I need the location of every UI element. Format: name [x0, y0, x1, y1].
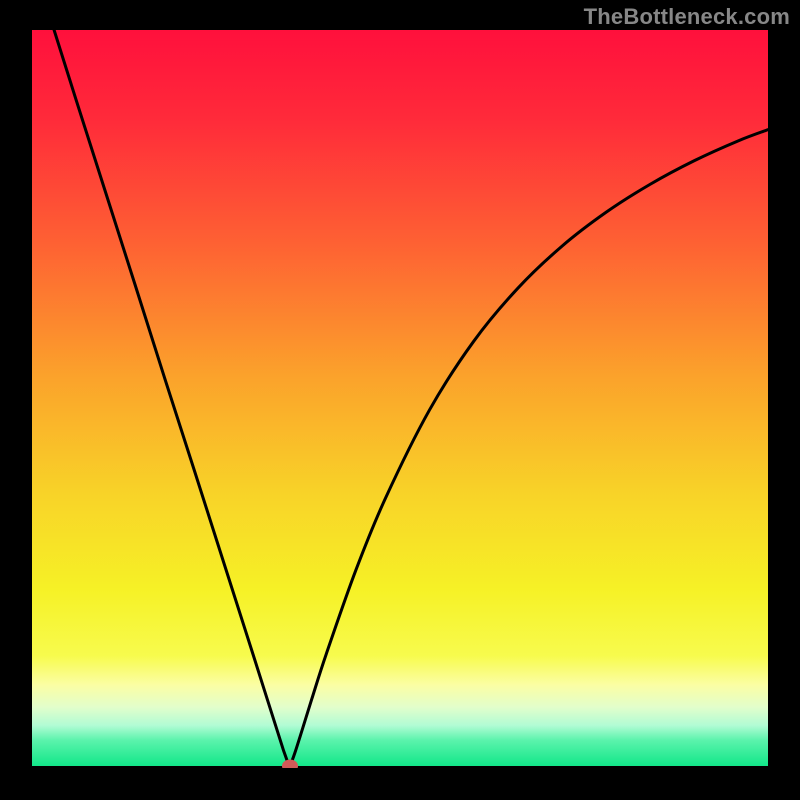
chart-stage: TheBottleneck.com: [0, 0, 800, 800]
watermark-label: TheBottleneck.com: [584, 4, 790, 30]
plot-area: [32, 30, 768, 768]
critical-point-marker: [282, 759, 298, 768]
bottleneck-curve: [32, 30, 768, 768]
curve-left-branch: [54, 30, 290, 766]
curve-right-branch: [290, 130, 768, 766]
